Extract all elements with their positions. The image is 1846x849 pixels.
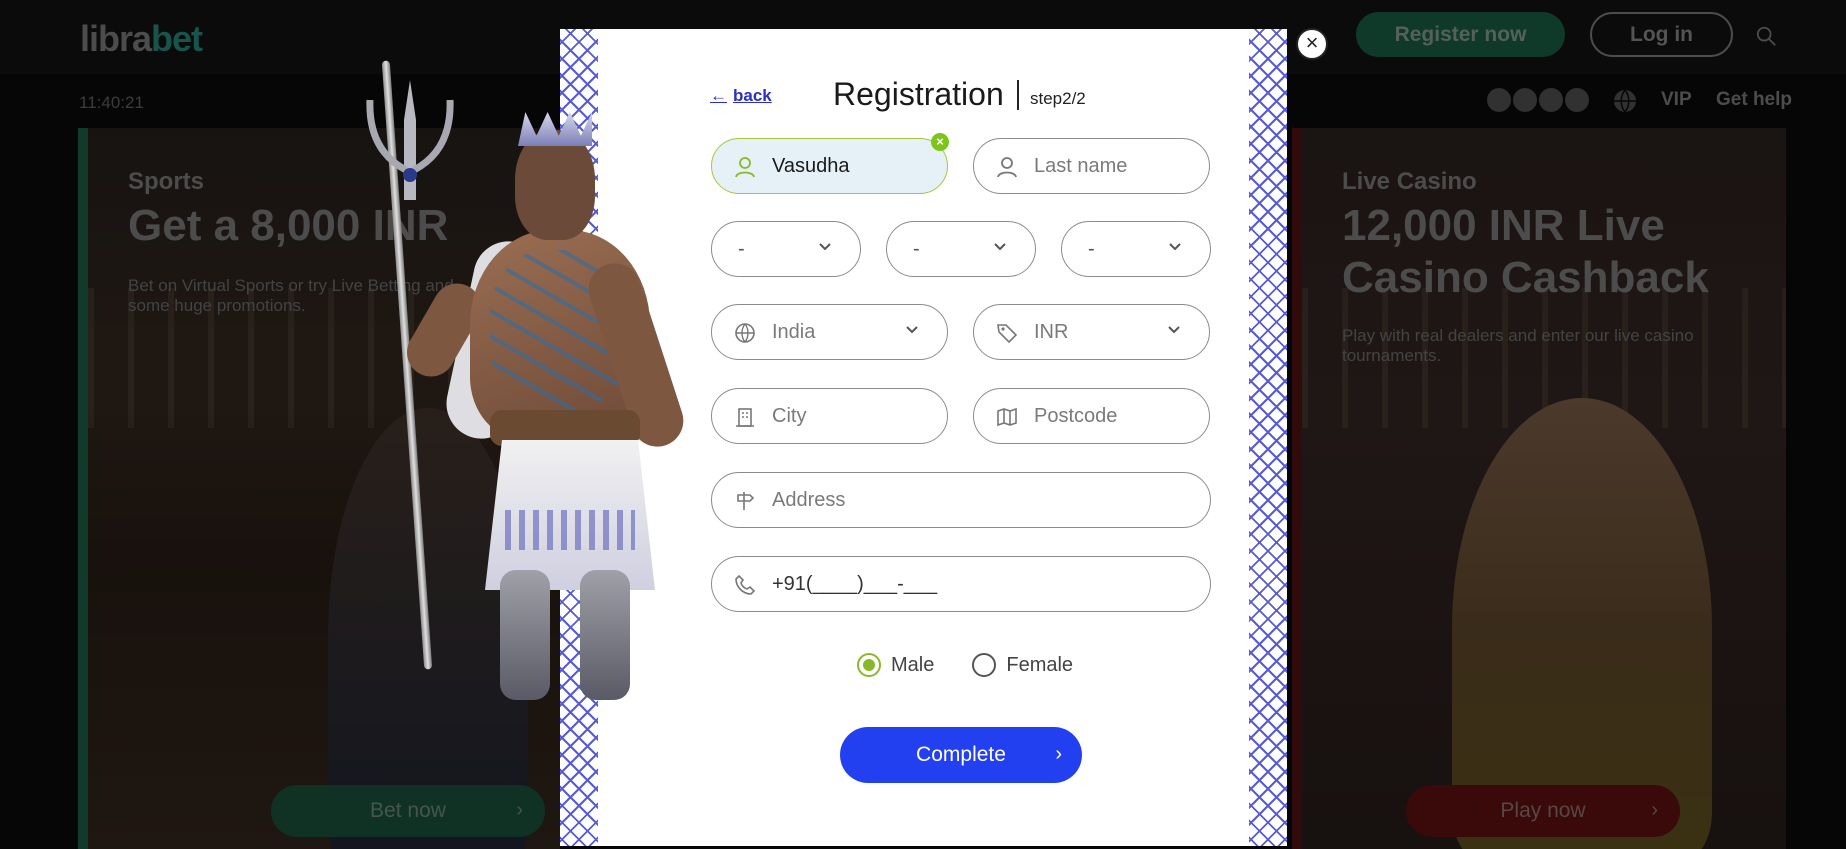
first-name-value: Vasudha [772,155,850,177]
phone-icon [735,574,756,595]
chevron-down-icon [906,326,918,334]
phone-field[interactable]: +91(____)___-___ [711,556,1211,612]
user-icon [735,157,755,178]
dob-day-select[interactable]: - [711,221,861,277]
back-link[interactable]: ← back [710,86,772,106]
close-icon: × [1305,30,1319,55]
complete-button[interactable]: Complete › [840,727,1082,783]
gender-male-radio[interactable] [857,653,881,677]
modal-title: Registration [833,76,1004,112]
gender-female-label[interactable]: Female [1006,654,1073,677]
chevron-down-icon [819,243,831,251]
last-name-field[interactable]: Last name [973,138,1210,194]
title-divider [1017,80,1019,110]
close-modal-button[interactable]: × [1296,28,1328,60]
signpost-icon [737,492,755,510]
chevron-right-icon: › [1055,743,1062,765]
registration-modal: ← back Registration step2/2 Vasudha × La… [560,29,1287,846]
valid-check-icon[interactable]: × [931,133,949,151]
dob-month-select[interactable]: - [886,221,1036,277]
arrow-left-icon: ← [710,86,727,105]
globe-icon [735,323,755,343]
greek-key-border-left [560,29,598,846]
country-select[interactable]: India [711,304,948,360]
chevron-down-icon [994,243,1006,251]
map-icon [997,407,1017,427]
last-name-placeholder: Last name [1034,155,1128,177]
postcode-field[interactable]: Postcode [973,388,1210,444]
gender-male-label[interactable]: Male [891,654,934,677]
step-indicator: step2/2 [1030,89,1086,108]
gender-radio-group: Male Female [857,653,1101,677]
user-icon [997,157,1017,178]
building-icon [736,408,754,427]
chevron-down-icon [1169,243,1181,251]
address-field[interactable]: Address [711,472,1211,528]
greek-key-border-right [1249,29,1287,846]
gender-female-radio[interactable] [972,653,997,677]
dob-year-select[interactable]: - [1061,221,1211,277]
chevron-down-icon [1168,326,1180,334]
tag-icon [997,324,1018,344]
city-field[interactable]: City [711,388,948,444]
currency-select[interactable]: INR [973,304,1210,360]
first-name-field[interactable]: Vasudha × [711,133,949,194]
